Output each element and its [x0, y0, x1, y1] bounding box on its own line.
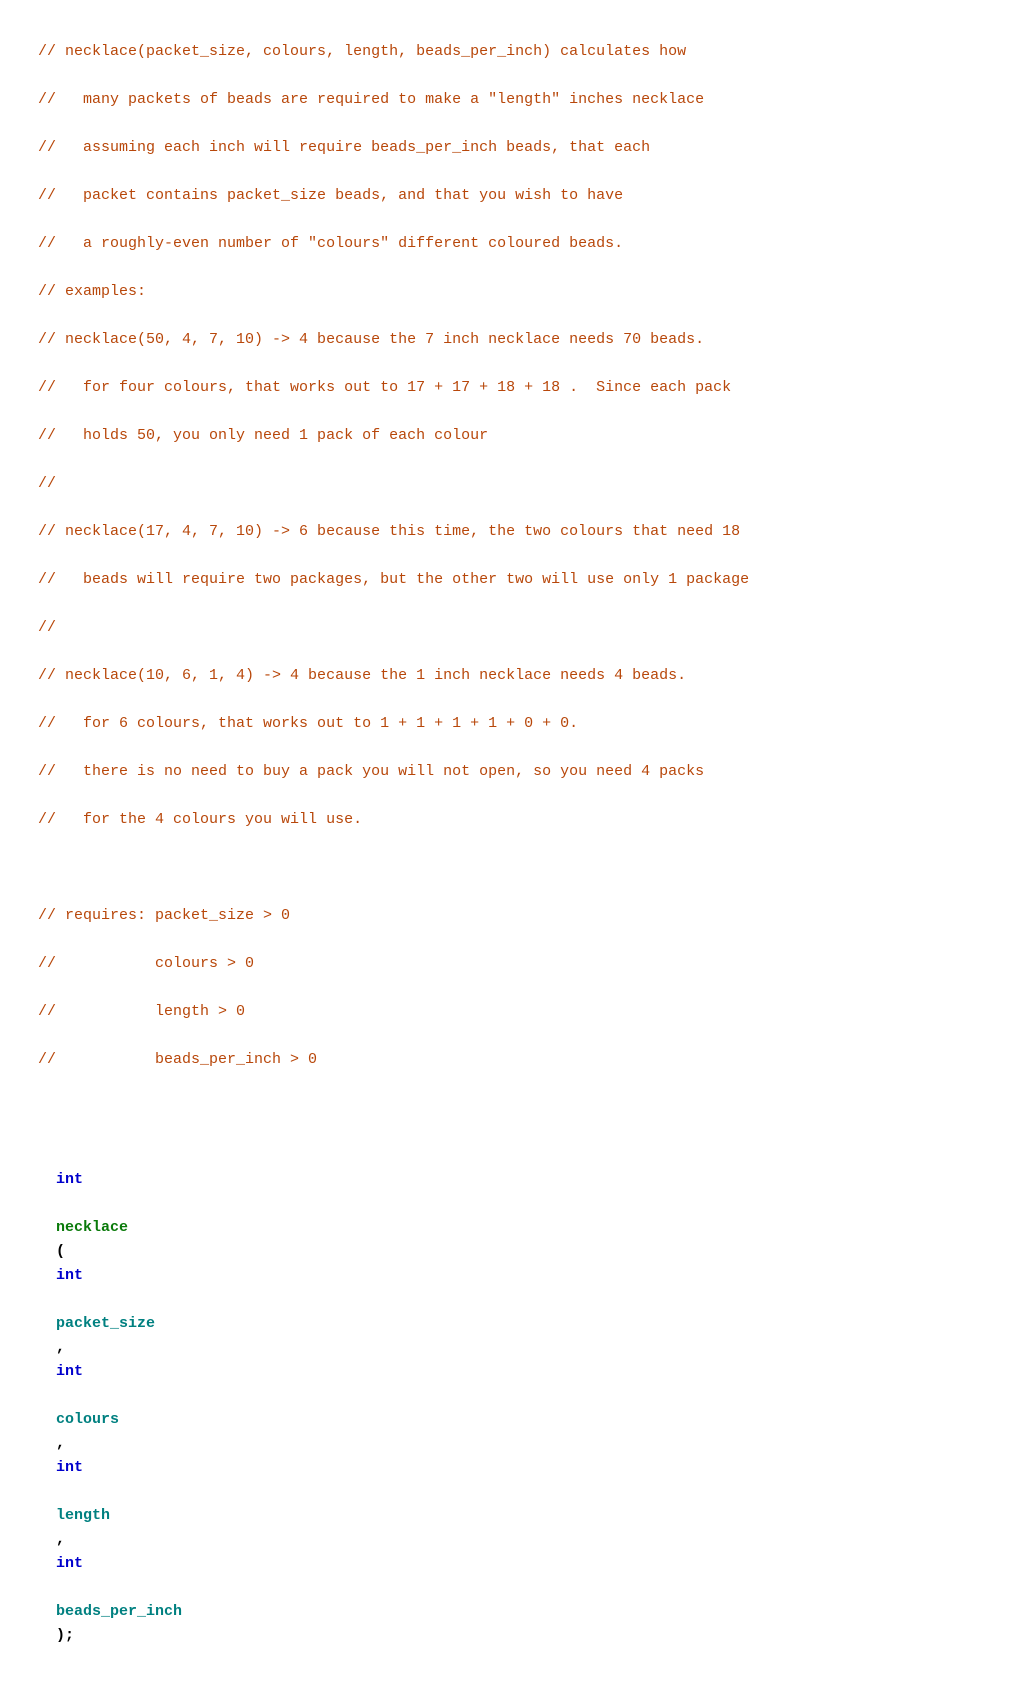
- code-container: // necklace ( packet_size, colours, length…: [20, 16, 1004, 1672]
- space3: [56, 1387, 65, 1404]
- comment-line-3: // assuming each inch will require beads…: [38, 139, 650, 156]
- comment-line-8: // for four colours, that works out to 1…: [38, 379, 731, 396]
- comment-line-2: // many packets of beads are required to…: [38, 91, 704, 108]
- comment-line-1: // necklace(packet_size, colours, length…: [38, 43, 686, 60]
- param3-type: int: [56, 1459, 83, 1476]
- comment-line-10: //: [38, 475, 56, 492]
- param1-name: packet_size: [56, 1315, 155, 1332]
- comment-line-15: // for 6 colours, that works out to 1 + …: [38, 715, 578, 732]
- comma1: ,: [56, 1339, 74, 1356]
- comment-line-21: // beads_per_inch > 0: [38, 1051, 317, 1068]
- space: [56, 1195, 65, 1212]
- comma3: ,: [56, 1531, 74, 1548]
- comment-line-16: // there is no need to buy a pack you wi…: [38, 763, 704, 780]
- param1-type: int: [56, 1267, 83, 1284]
- comment-line-5: // a roughly-even number of "colours" di…: [38, 235, 623, 252]
- func-name: necklace: [56, 1219, 128, 1236]
- space2: [56, 1291, 65, 1308]
- comment-line-9: // holds 50, you only need 1 pack of eac…: [38, 427, 488, 444]
- comment-line-4: // packet contains packet_size beads, an…: [38, 187, 623, 204]
- comment-line-20: // length > 0: [38, 1003, 245, 1020]
- comma2: ,: [56, 1435, 74, 1452]
- space4: [56, 1483, 65, 1500]
- int-keyword: int: [56, 1171, 83, 1188]
- comment-line-7: // necklace(50, 4, 7, 10) -> 4 because t…: [38, 331, 704, 348]
- param2-name: colours: [56, 1411, 119, 1428]
- comment-line-18: // requires: packet_size > 0: [38, 907, 290, 924]
- param3-name: length: [56, 1507, 110, 1524]
- comment-line-6: // examples:: [38, 283, 146, 300]
- param4-type: int: [56, 1555, 83, 1572]
- open-paren: (: [56, 1243, 65, 1260]
- comment-line-19: // colours > 0: [38, 955, 254, 972]
- comment-line-14: // necklace(10, 6, 1, 4) -> 4 because th…: [38, 667, 686, 684]
- comment-line-12: // beads will require two packages, but …: [38, 571, 749, 588]
- close-paren-semi: );: [56, 1627, 74, 1644]
- space5: [56, 1579, 65, 1596]
- param4-name: beads_per_inch: [56, 1603, 182, 1620]
- comment-line-17: // for the 4 colours you will use.: [38, 811, 362, 828]
- comment-line-11: // necklace(17, 4, 7, 10) -> 6 because t…: [38, 523, 740, 540]
- param2-type: int: [56, 1363, 83, 1380]
- comment-line-13: //: [38, 619, 56, 636]
- function-declaration: int necklace ( int packet_size , int col…: [20, 1171, 182, 1668]
